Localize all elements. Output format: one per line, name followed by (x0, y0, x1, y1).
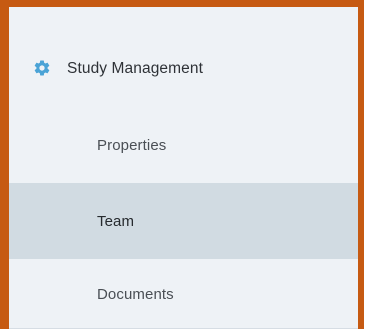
nav-item-study-management[interactable]: Study Management (9, 31, 358, 107)
nav-header-label: Study Management (67, 60, 204, 77)
nav-item-label: Team (97, 212, 135, 230)
nav-item-documents[interactable]: Documents (9, 259, 358, 329)
gear-icon (33, 59, 51, 77)
nav-item-label: Properties (97, 136, 167, 154)
nav-item-label: Documents (97, 285, 174, 303)
nav-panel: Study Management Properties Team Documen… (9, 7, 358, 329)
highlight-border-right (358, 0, 364, 329)
nav-panel-frame: Study Management Properties Team Documen… (0, 0, 367, 329)
highlight-border-left (0, 0, 9, 329)
highlight-border-top (0, 0, 364, 7)
nav-item-properties[interactable]: Properties (9, 107, 358, 183)
nav-item-team[interactable]: Team (9, 183, 358, 259)
